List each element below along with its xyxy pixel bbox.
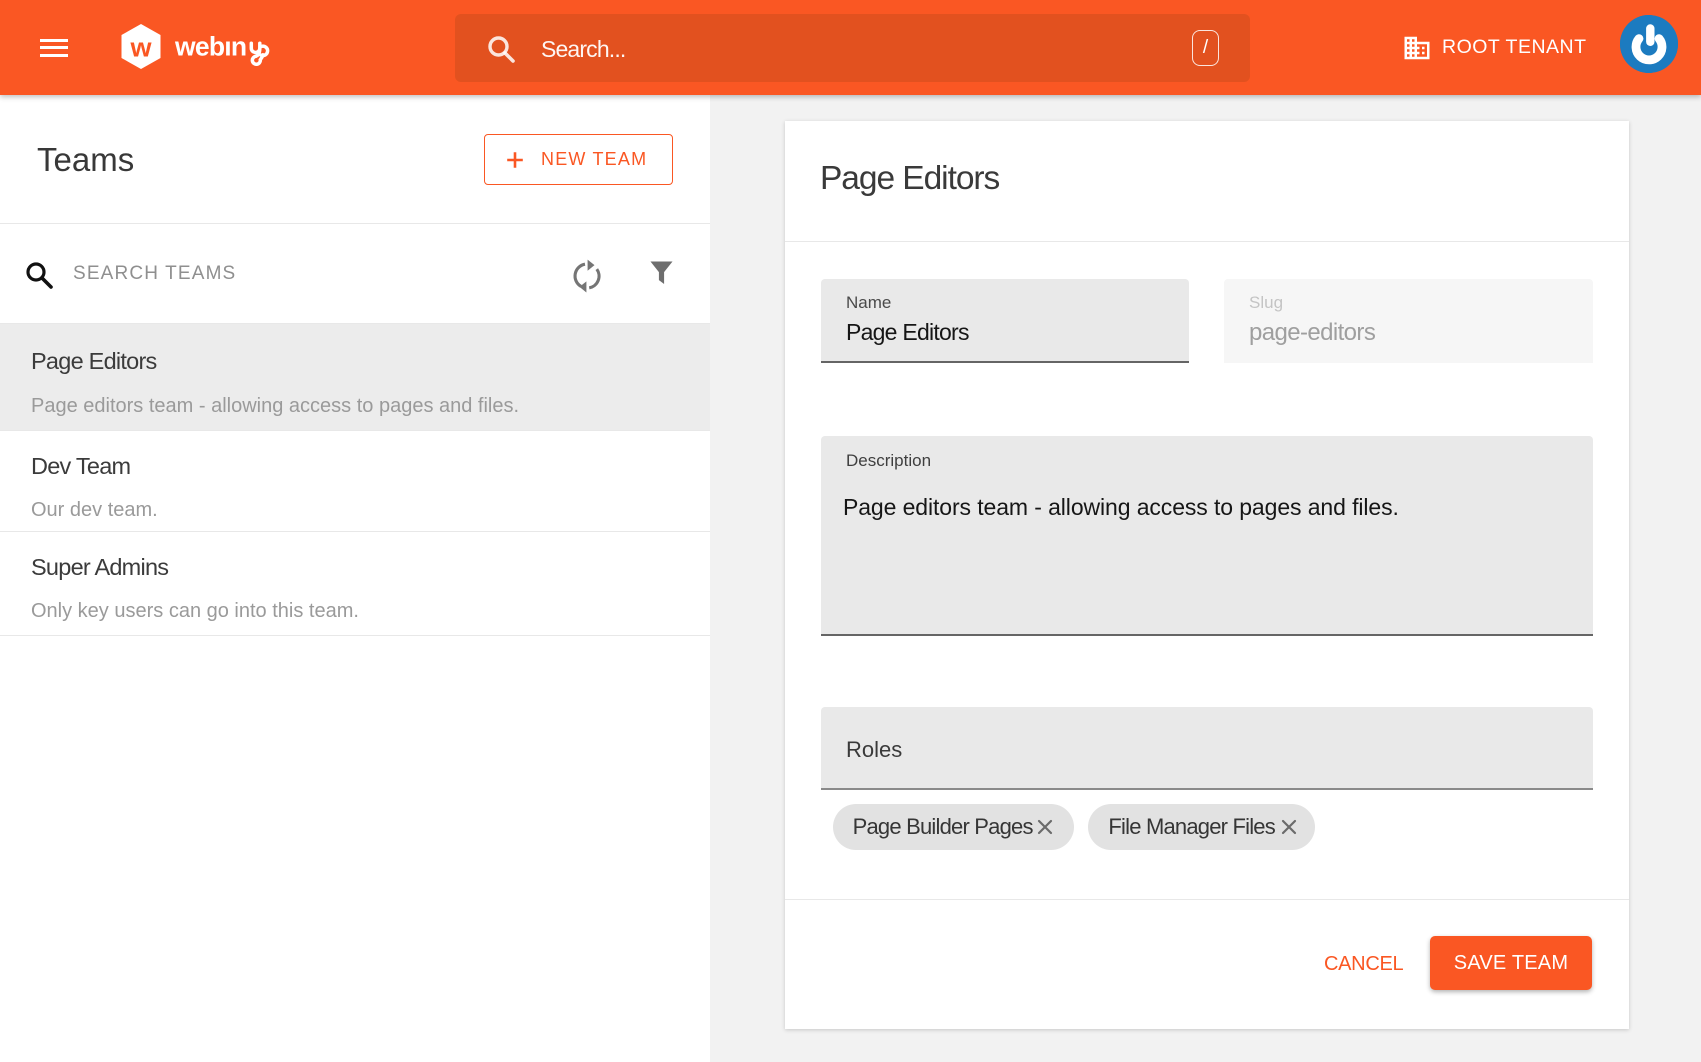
- svg-text:w: w: [129, 33, 152, 63]
- svg-text:webın: webın: [175, 31, 246, 61]
